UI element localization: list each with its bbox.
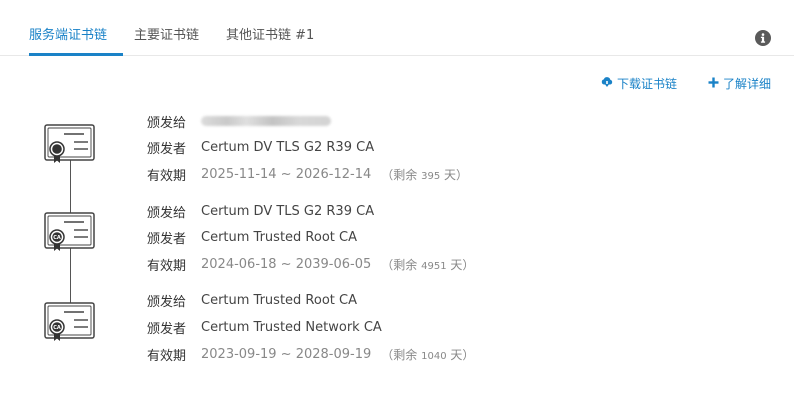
learn-more-label: 了解详细 xyxy=(723,77,772,91)
cert-1-issuer-row: 颁发者 Certum DV TLS G2 R39 CA xyxy=(147,137,374,157)
cert-1-issued-to-row: 颁发给 xyxy=(147,111,331,131)
issuer-label: 颁发者 xyxy=(147,321,187,337)
cert-3-issuer-row: 颁发者 Certum Trusted Network CA xyxy=(147,317,382,337)
remaining-days: （剩余 1040 天） xyxy=(381,347,475,362)
download-chain-button[interactable]: 下载证书链 xyxy=(601,75,677,92)
issuer-value: Certum Trusted Network CA xyxy=(201,319,382,335)
validity-label: 有效期 xyxy=(147,258,187,274)
tab-other-chain-1[interactable]: 其他证书链 #1 xyxy=(226,24,314,43)
cert-1-validity-row: 有效期 2025-11-14 ~ 2026-12-14 （剩余 395 天） xyxy=(147,164,468,184)
tab-bar: 服务端证书链 主要证书链 其他证书链 #1 xyxy=(0,0,794,56)
cert-2-issuer-row: 颁发者 Certum Trusted Root CA xyxy=(147,227,357,247)
validity-value: 2025-11-14 ~ 2026-12-14 xyxy=(201,166,372,182)
cloud-download-icon xyxy=(601,76,617,91)
remaining-days: （剩余 395 天） xyxy=(381,167,469,182)
issuer-value: Certum Trusted Root CA xyxy=(201,229,357,245)
validity-value: 2024-06-18 ~ 2039-06-05 xyxy=(201,256,372,272)
cert-3-issued-to-row: 颁发给 Certum Trusted Root CA xyxy=(147,290,357,310)
issued-to-label: 颁发给 xyxy=(147,205,187,221)
issuer-label: 颁发者 xyxy=(147,231,187,247)
issued-to-value: Certum DV TLS G2 R39 CA xyxy=(201,203,375,219)
certificate-seal-icon xyxy=(44,122,96,164)
download-chain-label: 下载证书链 xyxy=(617,77,678,91)
redacted-domain xyxy=(201,116,331,126)
issued-to-value: Certum Trusted Root CA xyxy=(201,292,357,308)
cert-2-validity-row: 有效期 2024-06-18 ~ 2039-06-05 （剩余 4951 天） xyxy=(147,254,474,274)
certificate-ca-icon: CA xyxy=(44,300,96,342)
info-icon[interactable] xyxy=(755,30,771,46)
tab-server-chain[interactable]: 服务端证书链 xyxy=(29,24,107,43)
issued-to-label: 颁发给 xyxy=(147,115,187,131)
issued-to-label: 颁发给 xyxy=(147,294,187,310)
issuer-label: 颁发者 xyxy=(147,141,187,157)
validity-value: 2023-09-19 ~ 2028-09-19 xyxy=(201,346,372,362)
issuer-value: Certum DV TLS G2 R39 CA xyxy=(201,139,375,155)
certificate-ca-icon: CA xyxy=(44,210,96,252)
active-tab-indicator xyxy=(29,53,123,56)
tab-main-chain[interactable]: 主要证书链 xyxy=(134,24,199,43)
remaining-days: （剩余 4951 天） xyxy=(381,257,475,272)
svg-text:CA: CA xyxy=(53,235,61,241)
cert-2-issued-to-row: 颁发给 Certum DV TLS G2 R39 CA xyxy=(147,201,374,221)
svg-text:CA: CA xyxy=(53,325,61,331)
learn-more-button[interactable]: 了解详细 xyxy=(708,75,771,92)
plus-icon xyxy=(708,77,723,91)
validity-label: 有效期 xyxy=(147,348,187,364)
cert-3-validity-row: 有效期 2023-09-19 ~ 2028-09-19 （剩余 1040 天） xyxy=(147,344,474,364)
validity-label: 有效期 xyxy=(147,168,187,184)
